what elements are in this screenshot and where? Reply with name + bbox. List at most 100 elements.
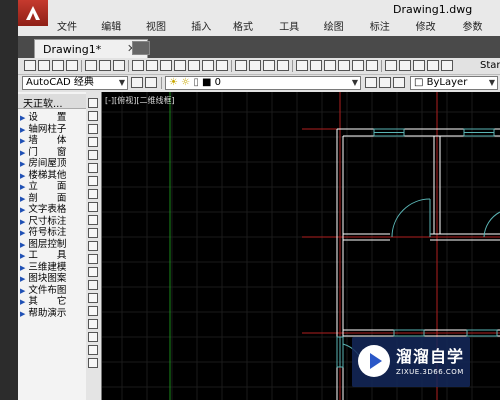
panel-item-axis-grid[interactable]: ▶ 轴网柱子 <box>20 124 86 136</box>
color-select[interactable]: □ ByLayer ▼ <box>410 76 498 90</box>
menu-view[interactable]: 视图(V) <box>139 20 184 49</box>
ellipse-arc-icon[interactable] <box>88 228 98 238</box>
menu-parameter[interactable]: 参数(P) <box>455 20 500 49</box>
tool-palettes-icon[interactable] <box>324 60 336 71</box>
revision-cloud-icon[interactable] <box>88 189 98 199</box>
publish-icon[interactable] <box>113 60 125 71</box>
preview-icon[interactable] <box>99 60 111 71</box>
panel-item-doors-windows[interactable]: ▶ 门 窗 <box>20 147 86 159</box>
zoom-realtime-icon[interactable] <box>249 60 261 71</box>
save-as-icon[interactable] <box>66 60 78 71</box>
panel-header[interactable]: 天正软... <box>18 94 86 110</box>
unlock-icon: ▯ <box>193 77 199 88</box>
panel-item-blocks-patterns[interactable]: ▶ 图块图案 <box>20 273 86 285</box>
zoom-previous-icon[interactable] <box>277 60 289 71</box>
dim-style-icon[interactable] <box>399 60 411 71</box>
window-title: Drawing1.dwg <box>393 3 473 16</box>
text-style-icon[interactable] <box>385 60 397 71</box>
spline-tool-icon[interactable] <box>88 202 98 212</box>
sheet-set-icon[interactable] <box>338 60 350 71</box>
panel-item-layer-control[interactable]: ▶ 图层控制 <box>20 239 86 251</box>
help-icon[interactable] <box>441 60 453 71</box>
line-tool-icon[interactable] <box>88 98 98 108</box>
layer-manager-icon[interactable] <box>145 77 157 88</box>
polyline-tool-icon[interactable] <box>88 124 98 134</box>
menu-insert[interactable]: 插入(I) <box>184 20 226 49</box>
tab-drawing1[interactable]: Drawing1* ✕ <box>34 39 148 59</box>
autocad-window: Drawing1.dwg 文件(F) 编辑(E) 视图(V) 插入(I) 格式(… <box>18 0 500 400</box>
arc-tool-icon[interactable] <box>88 163 98 173</box>
region-tool-icon[interactable] <box>88 306 98 316</box>
print-icon[interactable] <box>85 60 97 71</box>
expand-arrow-icon: ▶ <box>20 263 26 272</box>
table-tool-icon[interactable] <box>88 319 98 329</box>
zoom-window-icon[interactable] <box>263 60 275 71</box>
pan-icon[interactable] <box>235 60 247 71</box>
table-style-icon[interactable] <box>413 60 425 71</box>
quick-calc-icon[interactable] <box>366 60 378 71</box>
title-bar: Drawing1.dwg 文件(F) 编辑(E) 视图(V) 插入(I) 格式(… <box>18 0 500 49</box>
multiline-text-icon[interactable] <box>88 332 98 342</box>
tab-label: Drawing1* <box>43 43 102 56</box>
panel-item-walls[interactable]: ▶ 墙 体 <box>20 135 86 147</box>
open-file-icon[interactable] <box>38 60 50 71</box>
menu-draw[interactable]: 绘图(D) <box>317 20 363 49</box>
properties-icon[interactable] <box>296 60 308 71</box>
redo-icon[interactable] <box>216 60 228 71</box>
menu-modify[interactable]: 修改(M) <box>409 20 456 49</box>
layer-previous-icon[interactable] <box>379 77 391 88</box>
panel-item-stairs[interactable]: ▶ 楼梯其他 <box>20 170 86 182</box>
undo-icon[interactable] <box>202 60 214 71</box>
panel-item-text-tables[interactable]: ▶ 文字表格 <box>20 204 86 216</box>
paste-icon[interactable] <box>160 60 172 71</box>
hatch-tool-icon[interactable] <box>88 280 98 290</box>
panel-item-dimensions[interactable]: ▶ 尺寸标注 <box>20 216 86 228</box>
polygon-tool-icon[interactable] <box>88 137 98 147</box>
panel-item-other[interactable]: ▶ 其 它 <box>20 296 86 308</box>
construction-line-icon[interactable] <box>88 111 98 121</box>
panel-item-elevation[interactable]: ▶ 立 面 <box>20 181 86 193</box>
new-file-icon[interactable] <box>24 60 36 71</box>
menu-tools[interactable]: 工具(T) <box>272 20 317 49</box>
panel-item-symbols[interactable]: ▶ 符号标注 <box>20 227 86 239</box>
ellipse-tool-icon[interactable] <box>88 215 98 225</box>
new-tab-button[interactable] <box>132 41 150 55</box>
gradient-tool-icon[interactable] <box>88 293 98 303</box>
make-current-layer-icon[interactable] <box>365 77 377 88</box>
make-block-icon[interactable] <box>88 254 98 264</box>
expand-arrow-icon: ▶ <box>20 137 26 145</box>
expand-arrow-icon: ▶ <box>20 194 26 203</box>
workspace-settings-icon[interactable] <box>131 77 143 88</box>
menu-edit[interactable]: 编辑(E) <box>94 20 139 49</box>
design-center-icon[interactable] <box>310 60 322 71</box>
rectangle-tool-icon[interactable] <box>88 150 98 160</box>
circle-tool-icon[interactable] <box>88 176 98 186</box>
multileader-style-icon[interactable] <box>427 60 439 71</box>
panel-item-help[interactable]: ▶ 帮助演示 <box>20 308 86 320</box>
viewport-controls-label[interactable]: [-][俯视][二维线框] <box>105 95 175 106</box>
panel-item-section[interactable]: ▶ 剖 面 <box>20 193 86 205</box>
markup-icon[interactable] <box>352 60 364 71</box>
match-properties-icon[interactable] <box>174 60 186 71</box>
menu-format[interactable]: 格式(O) <box>226 20 272 49</box>
add-selected-icon[interactable] <box>88 345 98 355</box>
app-menu-button[interactable] <box>18 0 48 26</box>
copy-icon[interactable] <box>146 60 158 71</box>
menu-file[interactable]: 文件(F) <box>50 20 94 49</box>
layer-select[interactable]: ☀ ☼ ▯ ■ 0 ▼ <box>165 76 361 90</box>
cut-icon[interactable] <box>132 60 144 71</box>
layer-states-icon[interactable] <box>393 77 405 88</box>
save-icon[interactable] <box>52 60 64 71</box>
panel-item-3d-modeling[interactable]: ▶ 三维建模 <box>20 262 86 274</box>
text-tool-icon[interactable] <box>88 358 98 368</box>
expand-arrow-icon: ▶ <box>20 160 26 168</box>
menu-dimension[interactable]: 标注(N) <box>363 20 409 49</box>
block-editor-icon[interactable] <box>188 60 200 71</box>
panel-item-tools[interactable]: ▶ 工 具 <box>20 250 86 262</box>
point-tool-icon[interactable] <box>88 267 98 277</box>
insert-block-icon[interactable] <box>88 241 98 251</box>
workspace-select[interactable]: AutoCAD 经典 ▼ <box>22 76 128 90</box>
panel-item-file-layout[interactable]: ▶ 文件布图 <box>20 285 86 297</box>
panel-item-rooms-roofs[interactable]: ▶ 房间屋顶 <box>20 158 86 170</box>
panel-item-settings[interactable]: ▶ 设 置 <box>20 112 86 124</box>
